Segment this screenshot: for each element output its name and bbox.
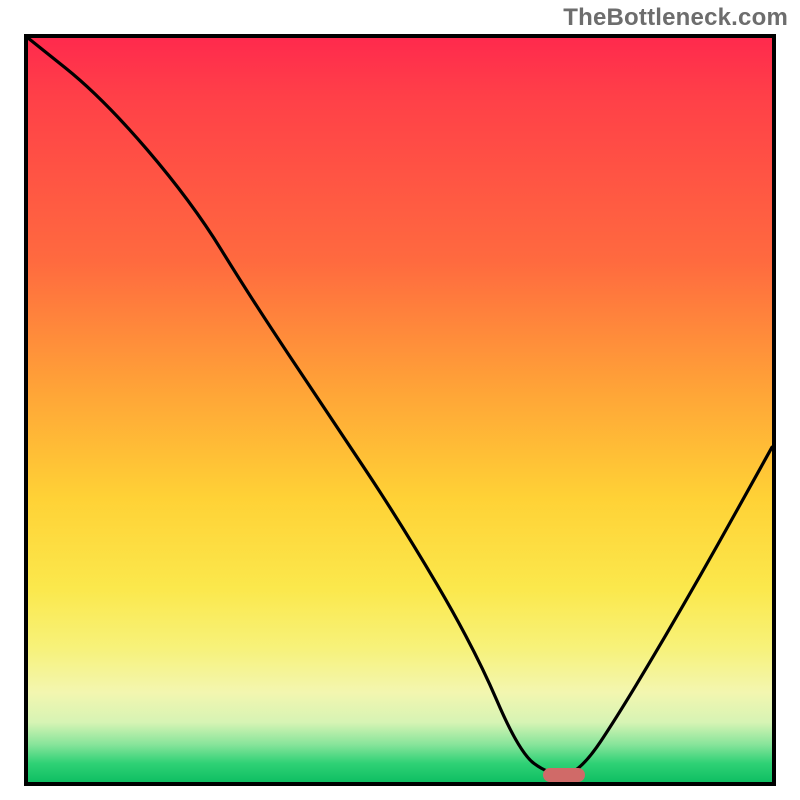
chart-frame: TheBottleneck.com xyxy=(0,0,800,800)
plot-area xyxy=(24,34,776,786)
bottleneck-curve xyxy=(28,38,772,782)
optimal-marker xyxy=(543,768,585,782)
watermark-text: TheBottleneck.com xyxy=(563,4,788,32)
